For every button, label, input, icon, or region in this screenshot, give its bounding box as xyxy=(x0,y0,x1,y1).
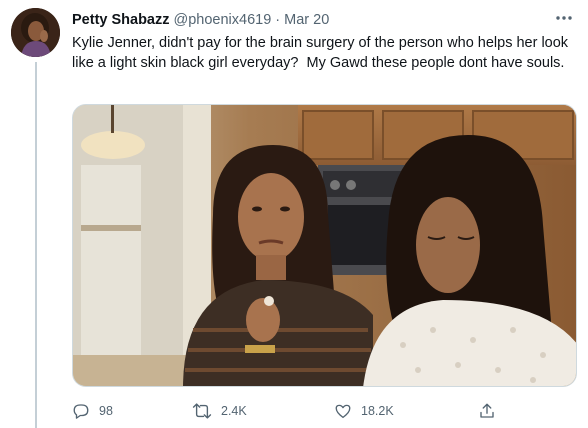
separator-dot: · xyxy=(275,12,281,28)
retweet-icon xyxy=(192,402,212,420)
tweet-photo[interactable] xyxy=(72,104,577,387)
retweet-button[interactable]: 2.4K xyxy=(192,398,247,424)
retweet-count: 2.4K xyxy=(221,404,247,418)
tweet-header: Petty Shabazz @phoenix4619 · Mar 20 xyxy=(72,10,329,30)
like-count: 18.2K xyxy=(361,404,394,418)
tweet-actions: 98 2.4K 18.2K xyxy=(72,398,532,424)
tweet-date[interactable]: Mar 20 xyxy=(284,12,329,28)
share-button[interactable] xyxy=(478,398,496,424)
more-horizontal-icon[interactable] xyxy=(553,8,575,28)
like-button[interactable]: 18.2K xyxy=(334,398,394,424)
thread-line xyxy=(35,62,37,428)
user-handle[interactable]: @phoenix4619 xyxy=(174,12,272,28)
reply-icon xyxy=(72,402,90,420)
share-icon xyxy=(478,402,496,420)
heart-icon xyxy=(334,402,352,420)
reply-button[interactable]: 98 xyxy=(72,398,113,424)
tweet[interactable]: Petty Shabazz @phoenix4619 · Mar 20 Kyli… xyxy=(0,0,588,428)
tweet-text: Kylie Jenner, didn't pay for the brain s… xyxy=(72,35,573,71)
reply-count: 98 xyxy=(99,404,113,418)
display-name[interactable]: Petty Shabazz xyxy=(72,12,170,28)
avatar[interactable] xyxy=(11,8,60,57)
